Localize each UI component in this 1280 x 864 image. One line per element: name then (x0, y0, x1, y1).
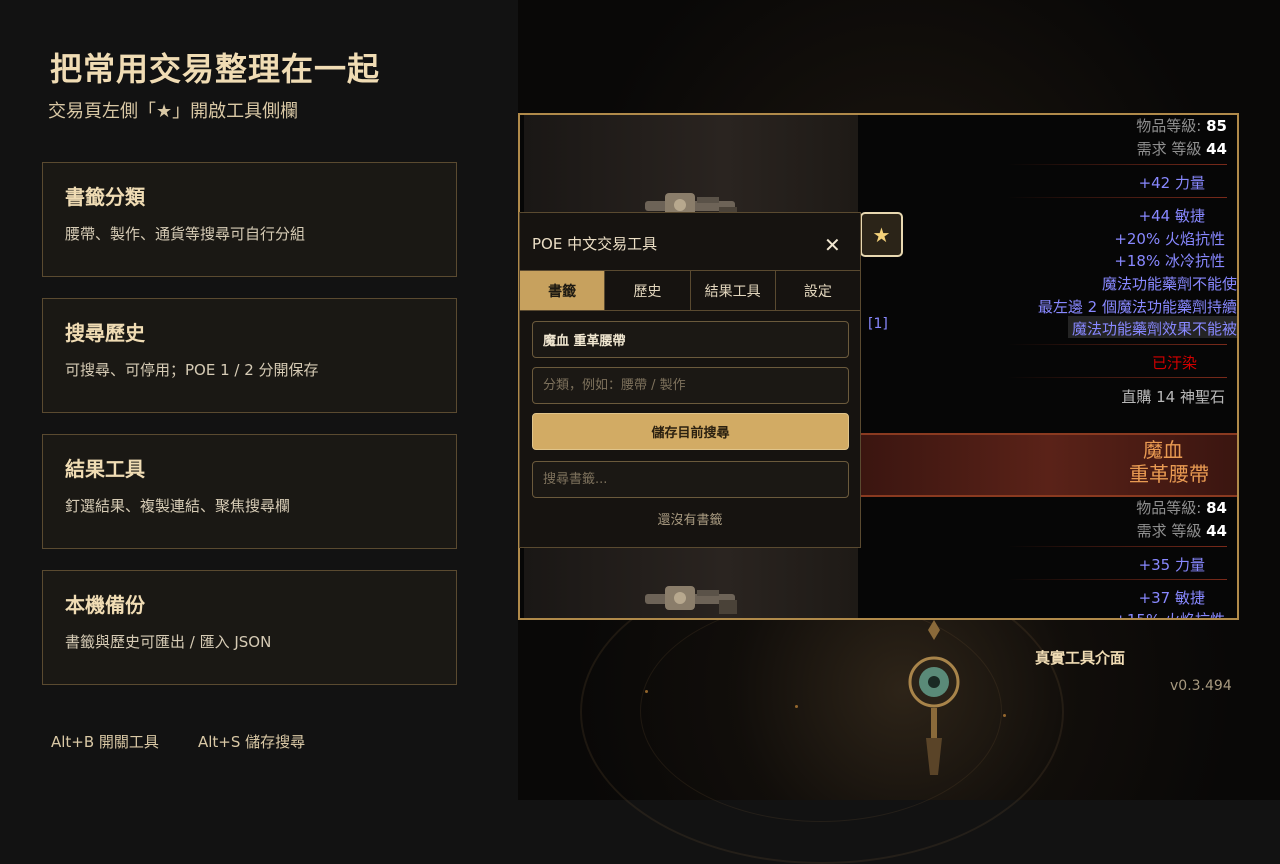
close-icon[interactable]: ✕ (824, 233, 841, 257)
feature-card-local-backup: 本機備份 書籤與歷史可匯出 / 匯入 JSON (42, 570, 457, 685)
feature-card-result-tools: 結果工具 釘選結果、複製連結、聚焦搜尋欄 (42, 434, 457, 549)
save-search-button[interactable]: 儲存目前搜尋 (532, 413, 849, 450)
ember-spark (1003, 714, 1006, 717)
item-level-line: 物品等級: 84 (1136, 499, 1227, 517)
required-level-line: 需求 等級 44 (1136, 522, 1227, 540)
separator (1007, 546, 1227, 547)
feature-card-history: 搜尋歷史 可搜尋、可停用；POE 1 / 2 分開保存 (42, 298, 457, 413)
item-name-line2: 重革腰帶 (1129, 462, 1209, 486)
hero-title: 把常用交易整理在一起 (50, 50, 381, 88)
card-description: 腰帶、製作、通貨等搜尋可自行分組 (65, 225, 306, 243)
ember-spark (795, 705, 798, 708)
card-title: 書籤分類 (65, 185, 145, 209)
card-title: 本機備份 (65, 593, 145, 617)
shortcut-toggle-tool: Alt+B 開關工具 (51, 733, 159, 751)
card-title: 結果工具 (65, 457, 145, 481)
item-level-line: 物品等級: 85 (1136, 117, 1227, 135)
hero-subtitle: 交易頁左側「★」開啟工具側欄 (48, 101, 299, 122)
empty-bookmarks-text: 還沒有書籤 (657, 513, 723, 528)
category-input[interactable] (532, 367, 849, 404)
mod-line: 最左邊 2 個魔法功能藥劑持續 (1037, 298, 1237, 316)
real-ui-caption: 真實工具介面 (1035, 649, 1126, 667)
mod-tier-bracket: [1] (868, 316, 888, 332)
card-description: 可搜尋、可停用；POE 1 / 2 分開保存 (65, 361, 319, 379)
tab-settings[interactable]: 設定 (776, 271, 860, 310)
trade-tool-sidebar: POE 中文交易工具 ✕ 書籤 歷史 結果工具 設定 儲存目前搜尋 還沒有書籤 (519, 212, 861, 548)
feature-card-bookmarks: 書籤分類 腰帶、製作、通貨等搜尋可自行分組 (42, 162, 457, 277)
mod-line: +20% 火焰抗性 (1114, 230, 1225, 248)
tab-history[interactable]: 歷史 (605, 271, 691, 310)
separator (1007, 579, 1227, 580)
amulet-ornament-icon (908, 620, 960, 775)
mod-line: +42 力量 (1138, 174, 1205, 192)
separator (1007, 344, 1227, 345)
tab-bookmarks[interactable]: 書籤 (520, 271, 606, 310)
ember-spark (645, 690, 648, 693)
mod-line: +35 力量 (1138, 556, 1205, 574)
mod-line: 魔法功能藥劑效果不能被 (1071, 320, 1237, 338)
card-description: 書籤與歷史可匯出 / 匯入 JSON (65, 633, 272, 651)
tab-result-tools[interactable]: 結果工具 (691, 271, 776, 310)
card-title: 搜尋歷史 (65, 321, 145, 345)
price-line[interactable]: 直購 14 神聖石 (1121, 386, 1225, 407)
shortcut-save-search: Alt+S 儲存搜尋 (198, 733, 306, 751)
mod-line: +44 敏捷 (1138, 207, 1205, 225)
separator (1007, 377, 1227, 378)
version-label: v0.3.494 (1170, 678, 1232, 694)
intro-pane: 把常用交易整理在一起 交易頁左側「★」開啟工具側欄 書籤分類 腰帶、製作、通貨等… (0, 0, 518, 800)
separator (1007, 164, 1227, 165)
mod-line: +37 敏捷 (1138, 589, 1205, 607)
star-toggle-button[interactable]: ★ (860, 212, 903, 257)
belt-item-icon (645, 586, 737, 614)
search-name-input[interactable] (532, 321, 849, 358)
separator (1007, 197, 1227, 198)
bookmark-search-input[interactable] (532, 461, 849, 498)
corrupted-label: 已汙染 (1151, 354, 1197, 372)
mod-line: 魔法功能藥劑不能使 (1101, 275, 1237, 293)
mod-line: +15% 火焰抗性 (1114, 611, 1225, 620)
required-level-line: 需求 等級 44 (1136, 140, 1227, 158)
panel-title: POE 中文交易工具 (532, 235, 658, 253)
mod-line: +18% 冰冷抗性 (1114, 252, 1225, 270)
card-description: 釘選結果、複製連結、聚焦搜尋欄 (65, 497, 291, 515)
panel-tabs: 書籤 歷史 結果工具 設定 (520, 270, 860, 311)
